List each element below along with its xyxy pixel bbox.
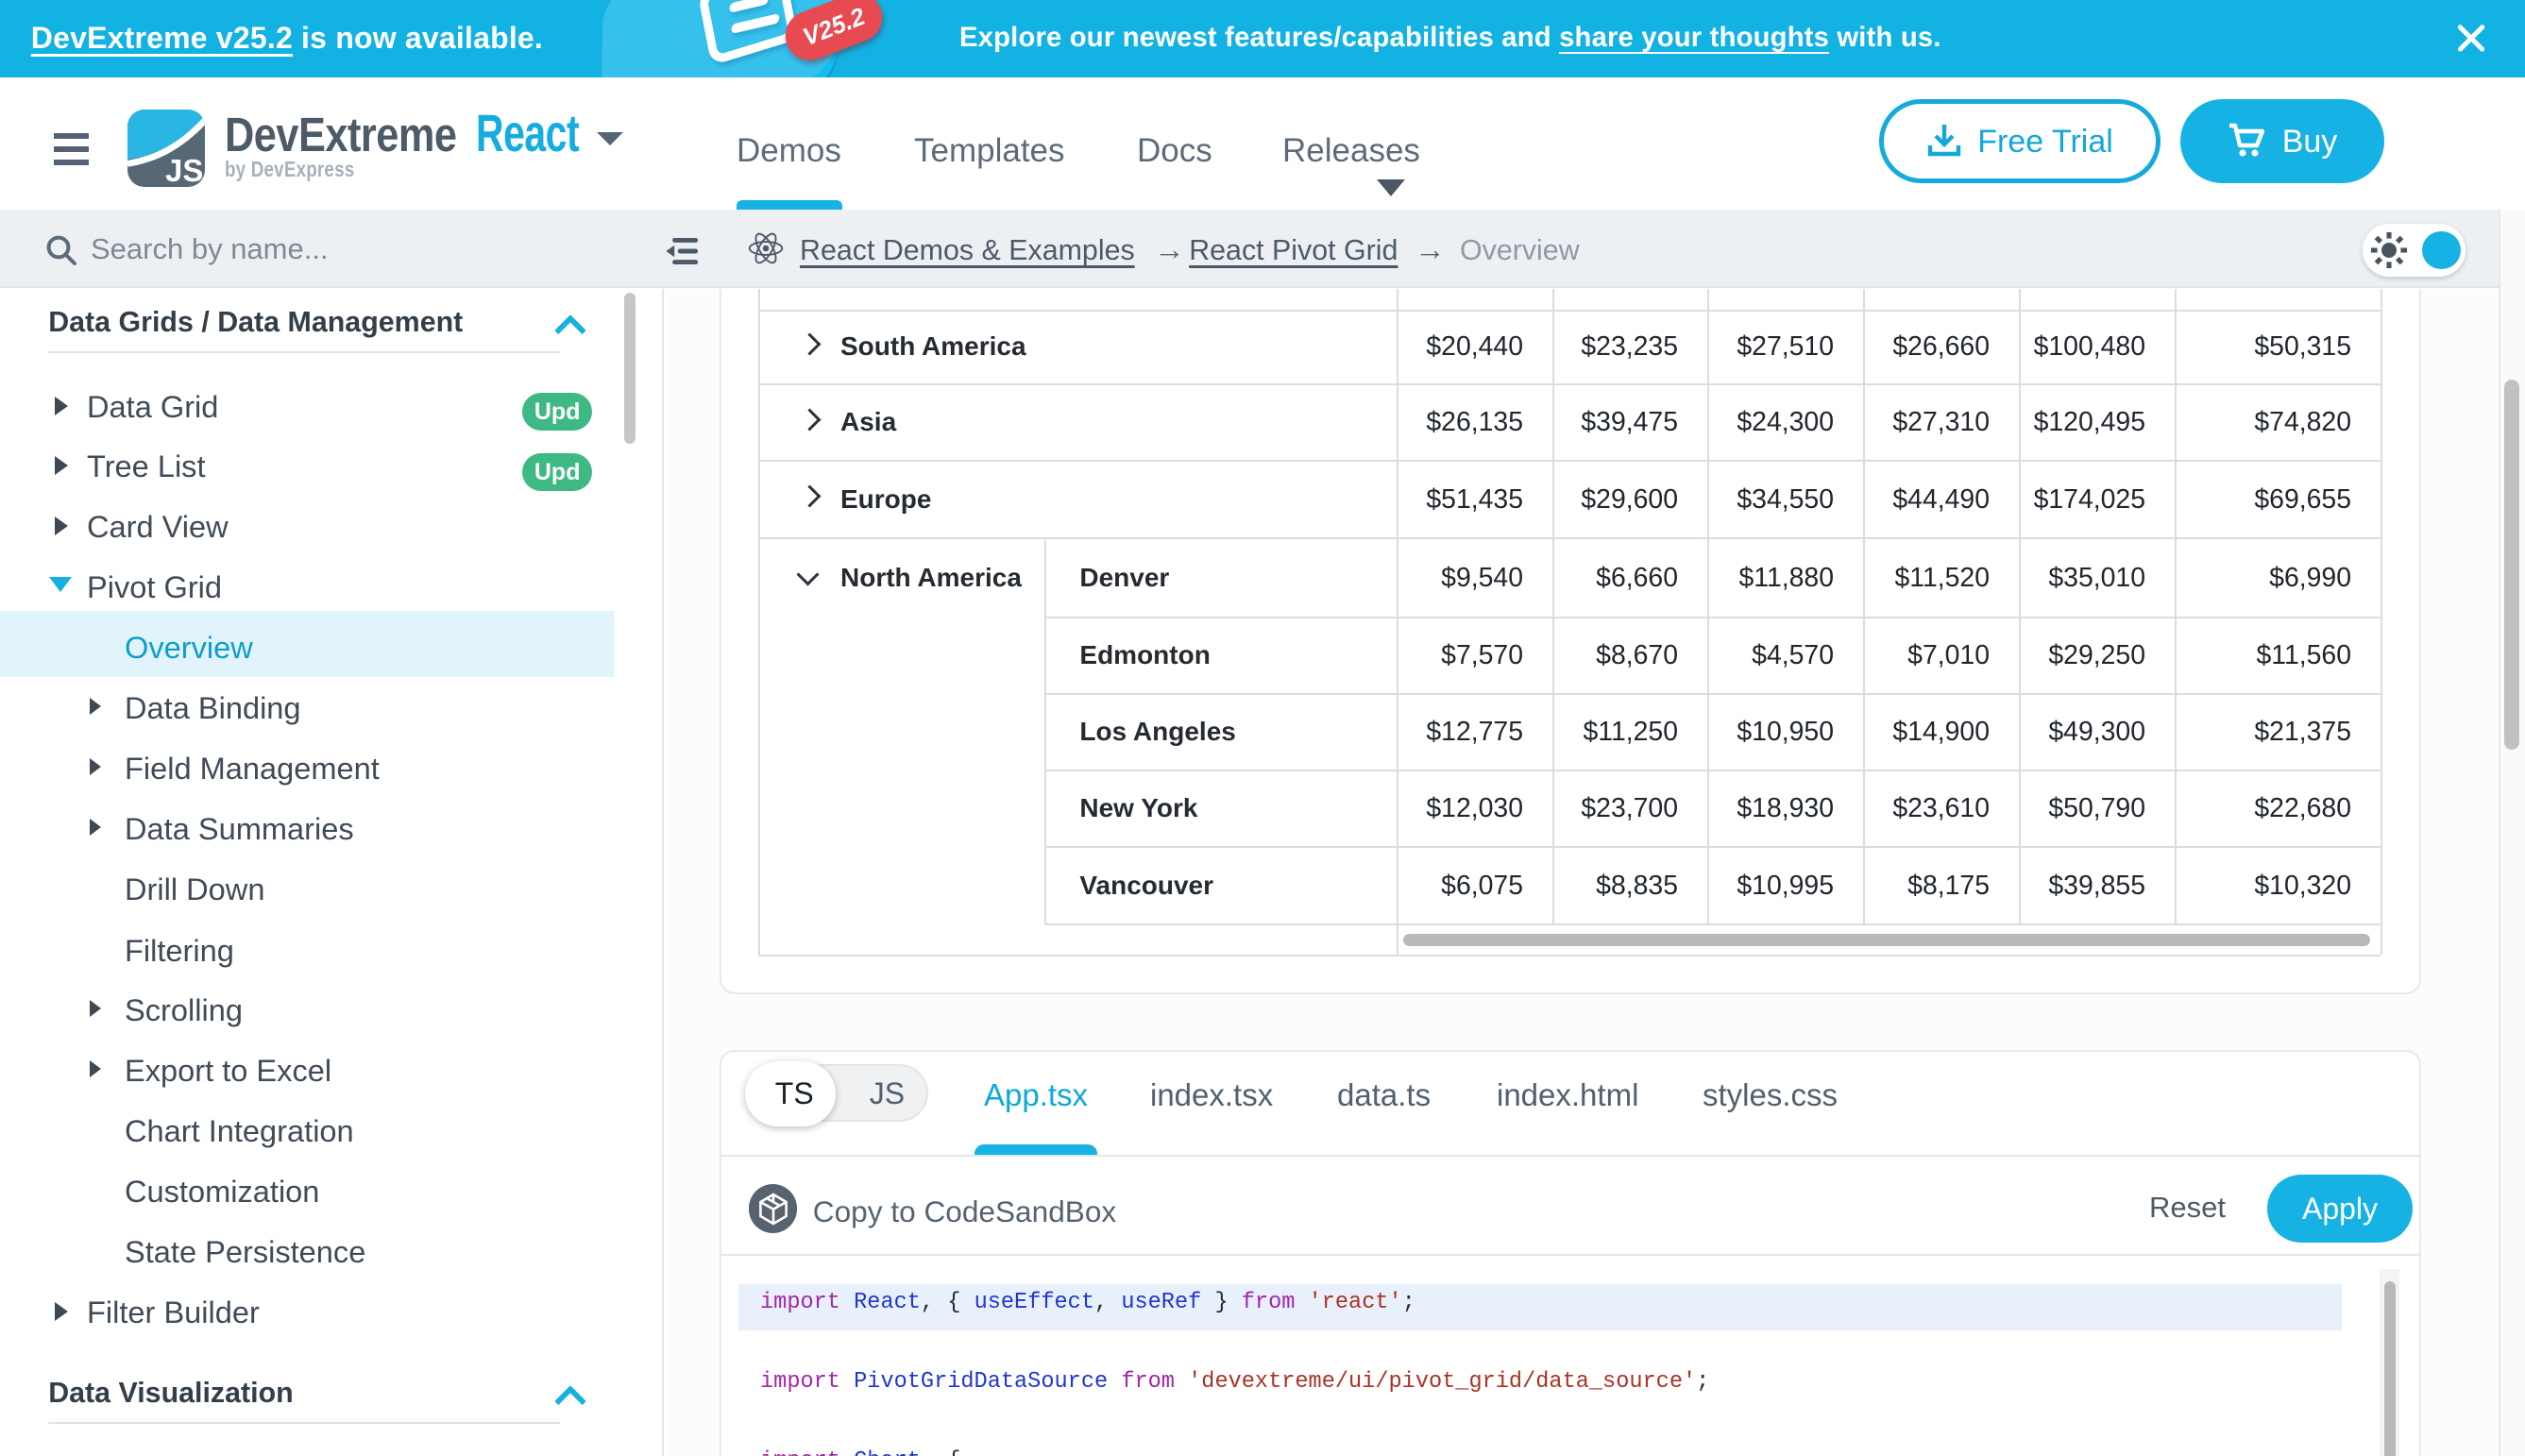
svg-text:JS: JS	[165, 153, 203, 187]
